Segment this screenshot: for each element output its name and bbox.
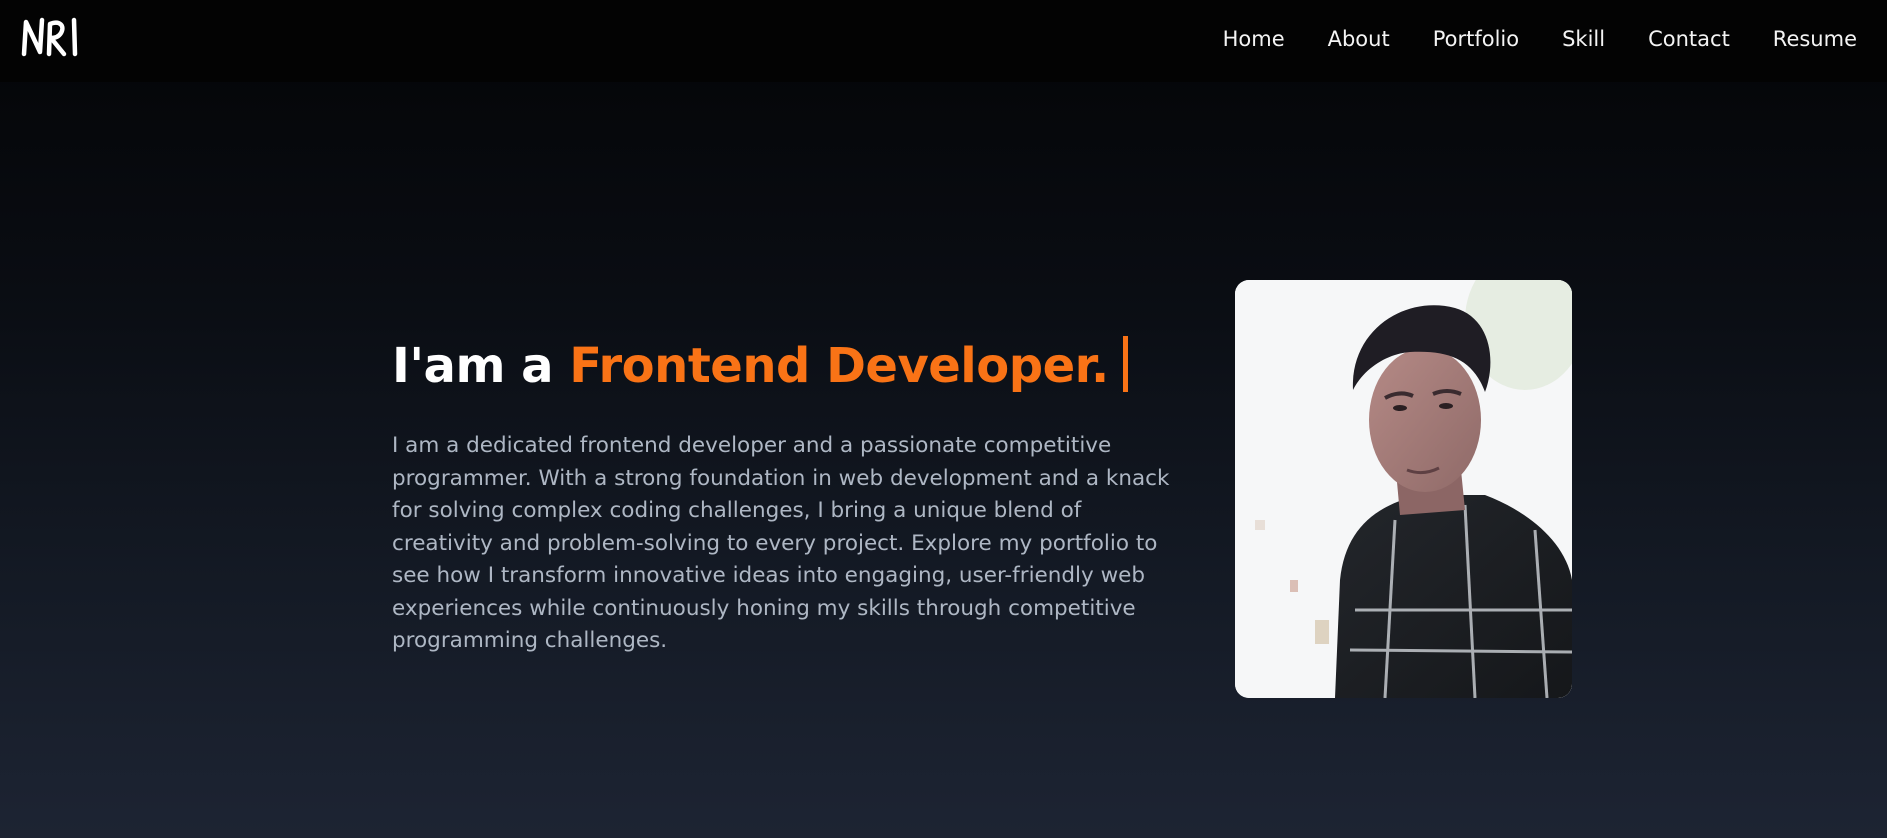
logo-icon — [21, 17, 78, 57]
page: Home About Portfolio Skill Contact Resum… — [0, 0, 1887, 838]
nav-home[interactable]: Home — [1223, 27, 1285, 51]
nav-contact[interactable]: Contact — [1648, 27, 1730, 51]
logo[interactable] — [20, 14, 82, 60]
hero-title-highlight: Frontend Developer. — [569, 338, 1109, 394]
profile-photo — [1235, 280, 1572, 698]
nav-resume[interactable]: Resume — [1773, 27, 1857, 51]
profile-portrait-image — [1235, 280, 1572, 698]
hero-title-prefix: I'am a — [392, 338, 570, 394]
nav-menu: Home About Portfolio Skill Contact Resum… — [1180, 0, 1857, 78]
nav-about[interactable]: About — [1328, 27, 1390, 51]
typing-cursor — [1122, 336, 1128, 392]
hero-description: I am a dedicated frontend developer and … — [392, 433, 1170, 653]
nav-skill[interactable]: Skill — [1562, 27, 1605, 51]
nav-portfolio[interactable]: Portfolio — [1433, 27, 1519, 51]
hero-title: I'am a Frontend Developer. — [392, 336, 1128, 394]
navbar: Home About Portfolio Skill Contact Resum… — [0, 0, 1887, 82]
